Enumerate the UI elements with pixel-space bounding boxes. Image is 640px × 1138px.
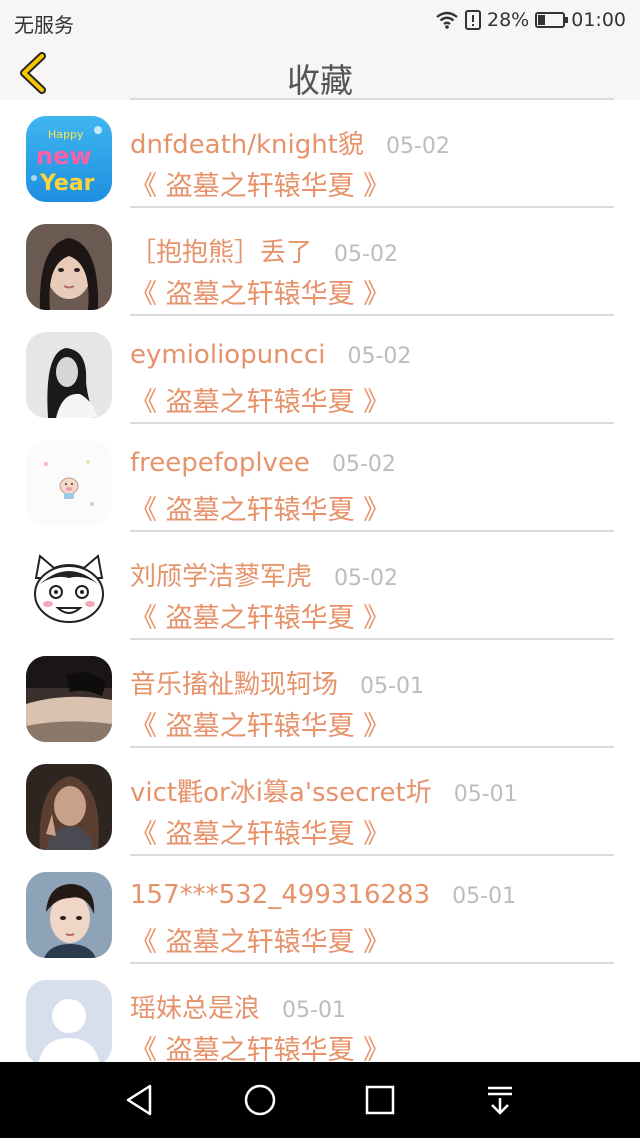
svg-text:Happy: Happy <box>48 128 84 141</box>
person-photo-avatar[interactable] <box>26 764 112 850</box>
favorites-list[interactable]: Happy new Year dnfdeath/knight貌 05-02 《 … <box>0 100 640 1062</box>
date-label: 05-01 <box>453 782 518 807</box>
date-label: 05-02 <box>385 134 450 159</box>
grayscale-girl-avatar[interactable] <box>26 332 112 418</box>
item-header: 157***532_499316283 05-01 <box>130 880 516 910</box>
work-title[interactable]: 《 盗墓之轩辕华夏 》 <box>130 596 390 635</box>
list-item[interactable]: Happy new Year dnfdeath/knight貌 05-02 《 … <box>0 100 640 208</box>
svg-text:Year: Year <box>39 171 95 196</box>
list-item[interactable]: eymioliopuncci 05-02 《 盗墓之轩辕华夏 》 <box>0 316 640 424</box>
girl-portrait-avatar[interactable] <box>26 224 112 310</box>
item-header: eymioliopuncci 05-02 <box>130 340 411 370</box>
battery-level <box>538 15 546 25</box>
work-title[interactable]: 《 盗墓之轩辕华夏 》 <box>130 920 390 959</box>
user-name[interactable]: 音乐搐祉黝现轲场 <box>130 664 338 701</box>
nav-header: 收藏 <box>0 44 640 100</box>
home-circle-icon <box>244 1084 276 1116</box>
status-bar: 无服务 28% 01:00 <box>0 0 640 44</box>
user-name[interactable]: freepefoplvee <box>130 448 310 478</box>
item-header: 瑶妹总是浪 05-01 <box>130 988 346 1025</box>
recents-square-icon <box>365 1085 395 1115</box>
list-item[interactable]: 瑶妹总是浪 05-01 《 盗墓之轩辕华夏 》 <box>0 964 640 1062</box>
work-title[interactable]: 《 盗墓之轩辕华夏 》 <box>130 1028 390 1062</box>
cartoon-pig-avatar[interactable] <box>26 440 112 526</box>
wifi-icon <box>436 11 458 29</box>
work-title[interactable]: 《 盗墓之轩辕华夏 》 <box>130 272 390 311</box>
user-name[interactable]: vict氍or冰i篡a'ssecret圻 <box>130 772 432 809</box>
list-item[interactable]: freepefoplvee 05-02 《 盗墓之轩辕华夏 》 <box>0 424 640 532</box>
list-item[interactable]: 157***532_499316283 05-01 《 盗墓之轩辕华夏 》 <box>0 856 640 964</box>
work-title[interactable]: 《 盗墓之轩辕华夏 》 <box>130 164 390 203</box>
user-name[interactable]: 刘颀学洁蓼军虎 <box>130 556 312 593</box>
young-man-avatar[interactable] <box>26 872 112 958</box>
status-icons: 28% 01:00 <box>435 9 626 31</box>
item-header: 音乐搐祉黝现轲场 05-01 <box>130 664 424 701</box>
item-header: 刘颀学洁蓼军虎 05-02 <box>130 556 398 593</box>
work-title[interactable]: 《 盗墓之轩辕华夏 》 <box>130 488 390 527</box>
battery-percent: 28% <box>487 9 530 31</box>
back-triangle-icon <box>126 1084 152 1116</box>
date-label: 05-02 <box>334 242 398 267</box>
work-title[interactable]: 《 盗墓之轩辕华夏 》 <box>130 704 390 743</box>
default-user-avatar[interactable] <box>26 980 112 1062</box>
item-header: ［抱抱熊］丢了 05-02 <box>130 232 398 269</box>
user-name[interactable]: 瑶妹总是浪 <box>130 988 260 1025</box>
svg-text:new: new <box>36 142 92 170</box>
item-header: dnfdeath/knight貌 05-02 <box>130 124 450 161</box>
list-item[interactable]: vict氍or冰i篡a'ssecret圻 05-01 《 盗墓之轩辕华夏 》 <box>0 748 640 856</box>
nav-recents-button[interactable] <box>360 1080 400 1120</box>
list-item[interactable]: ［抱抱熊］丢了 05-02 《 盗墓之轩辕华夏 》 <box>0 208 640 316</box>
carrier-label: 无服务 <box>14 13 74 37</box>
date-label: 05-02 <box>331 452 396 477</box>
date-label: 05-01 <box>282 998 346 1023</box>
cartoon-cat-avatar[interactable] <box>26 548 112 634</box>
list-item[interactable]: 刘颀学洁蓼军虎 05-02 《 盗墓之轩辕华夏 》 <box>0 532 640 640</box>
couple-photo-avatar[interactable] <box>26 656 112 742</box>
page-title: 收藏 <box>287 61 353 100</box>
nav-notification-button[interactable] <box>480 1080 520 1120</box>
user-name[interactable]: 157***532_499316283 <box>130 880 430 910</box>
date-label: 05-01 <box>360 674 424 699</box>
item-header: vict氍or冰i篡a'ssecret圻 05-01 <box>130 772 518 809</box>
user-name[interactable]: eymioliopuncci <box>130 340 325 370</box>
user-name[interactable]: ［抱抱熊］丢了 <box>130 232 312 269</box>
notification-pulldown-icon <box>488 1086 512 1115</box>
item-header: freepefoplvee 05-02 <box>130 448 396 478</box>
date-label: 05-02 <box>334 566 398 591</box>
nav-home-button[interactable] <box>240 1080 280 1120</box>
list-item[interactable]: 音乐搐祉黝现轲场 05-01 《 盗墓之轩辕华夏 》 <box>0 640 640 748</box>
battery-icon <box>535 12 569 28</box>
work-title[interactable]: 《 盗墓之轩辕华夏 》 <box>130 380 390 419</box>
date-label: 05-01 <box>452 884 517 909</box>
work-title[interactable]: 《 盗墓之轩辕华夏 》 <box>130 812 390 851</box>
user-name[interactable]: dnfdeath/knight貌 <box>130 124 364 161</box>
system-navigation-bar <box>0 1062 640 1138</box>
new-year-avatar[interactable]: Happy new Year <box>26 116 112 202</box>
alert-icon <box>465 10 481 30</box>
clock: 01:00 <box>571 9 626 31</box>
nav-back-button[interactable] <box>120 1080 160 1120</box>
date-label: 05-02 <box>347 344 412 369</box>
